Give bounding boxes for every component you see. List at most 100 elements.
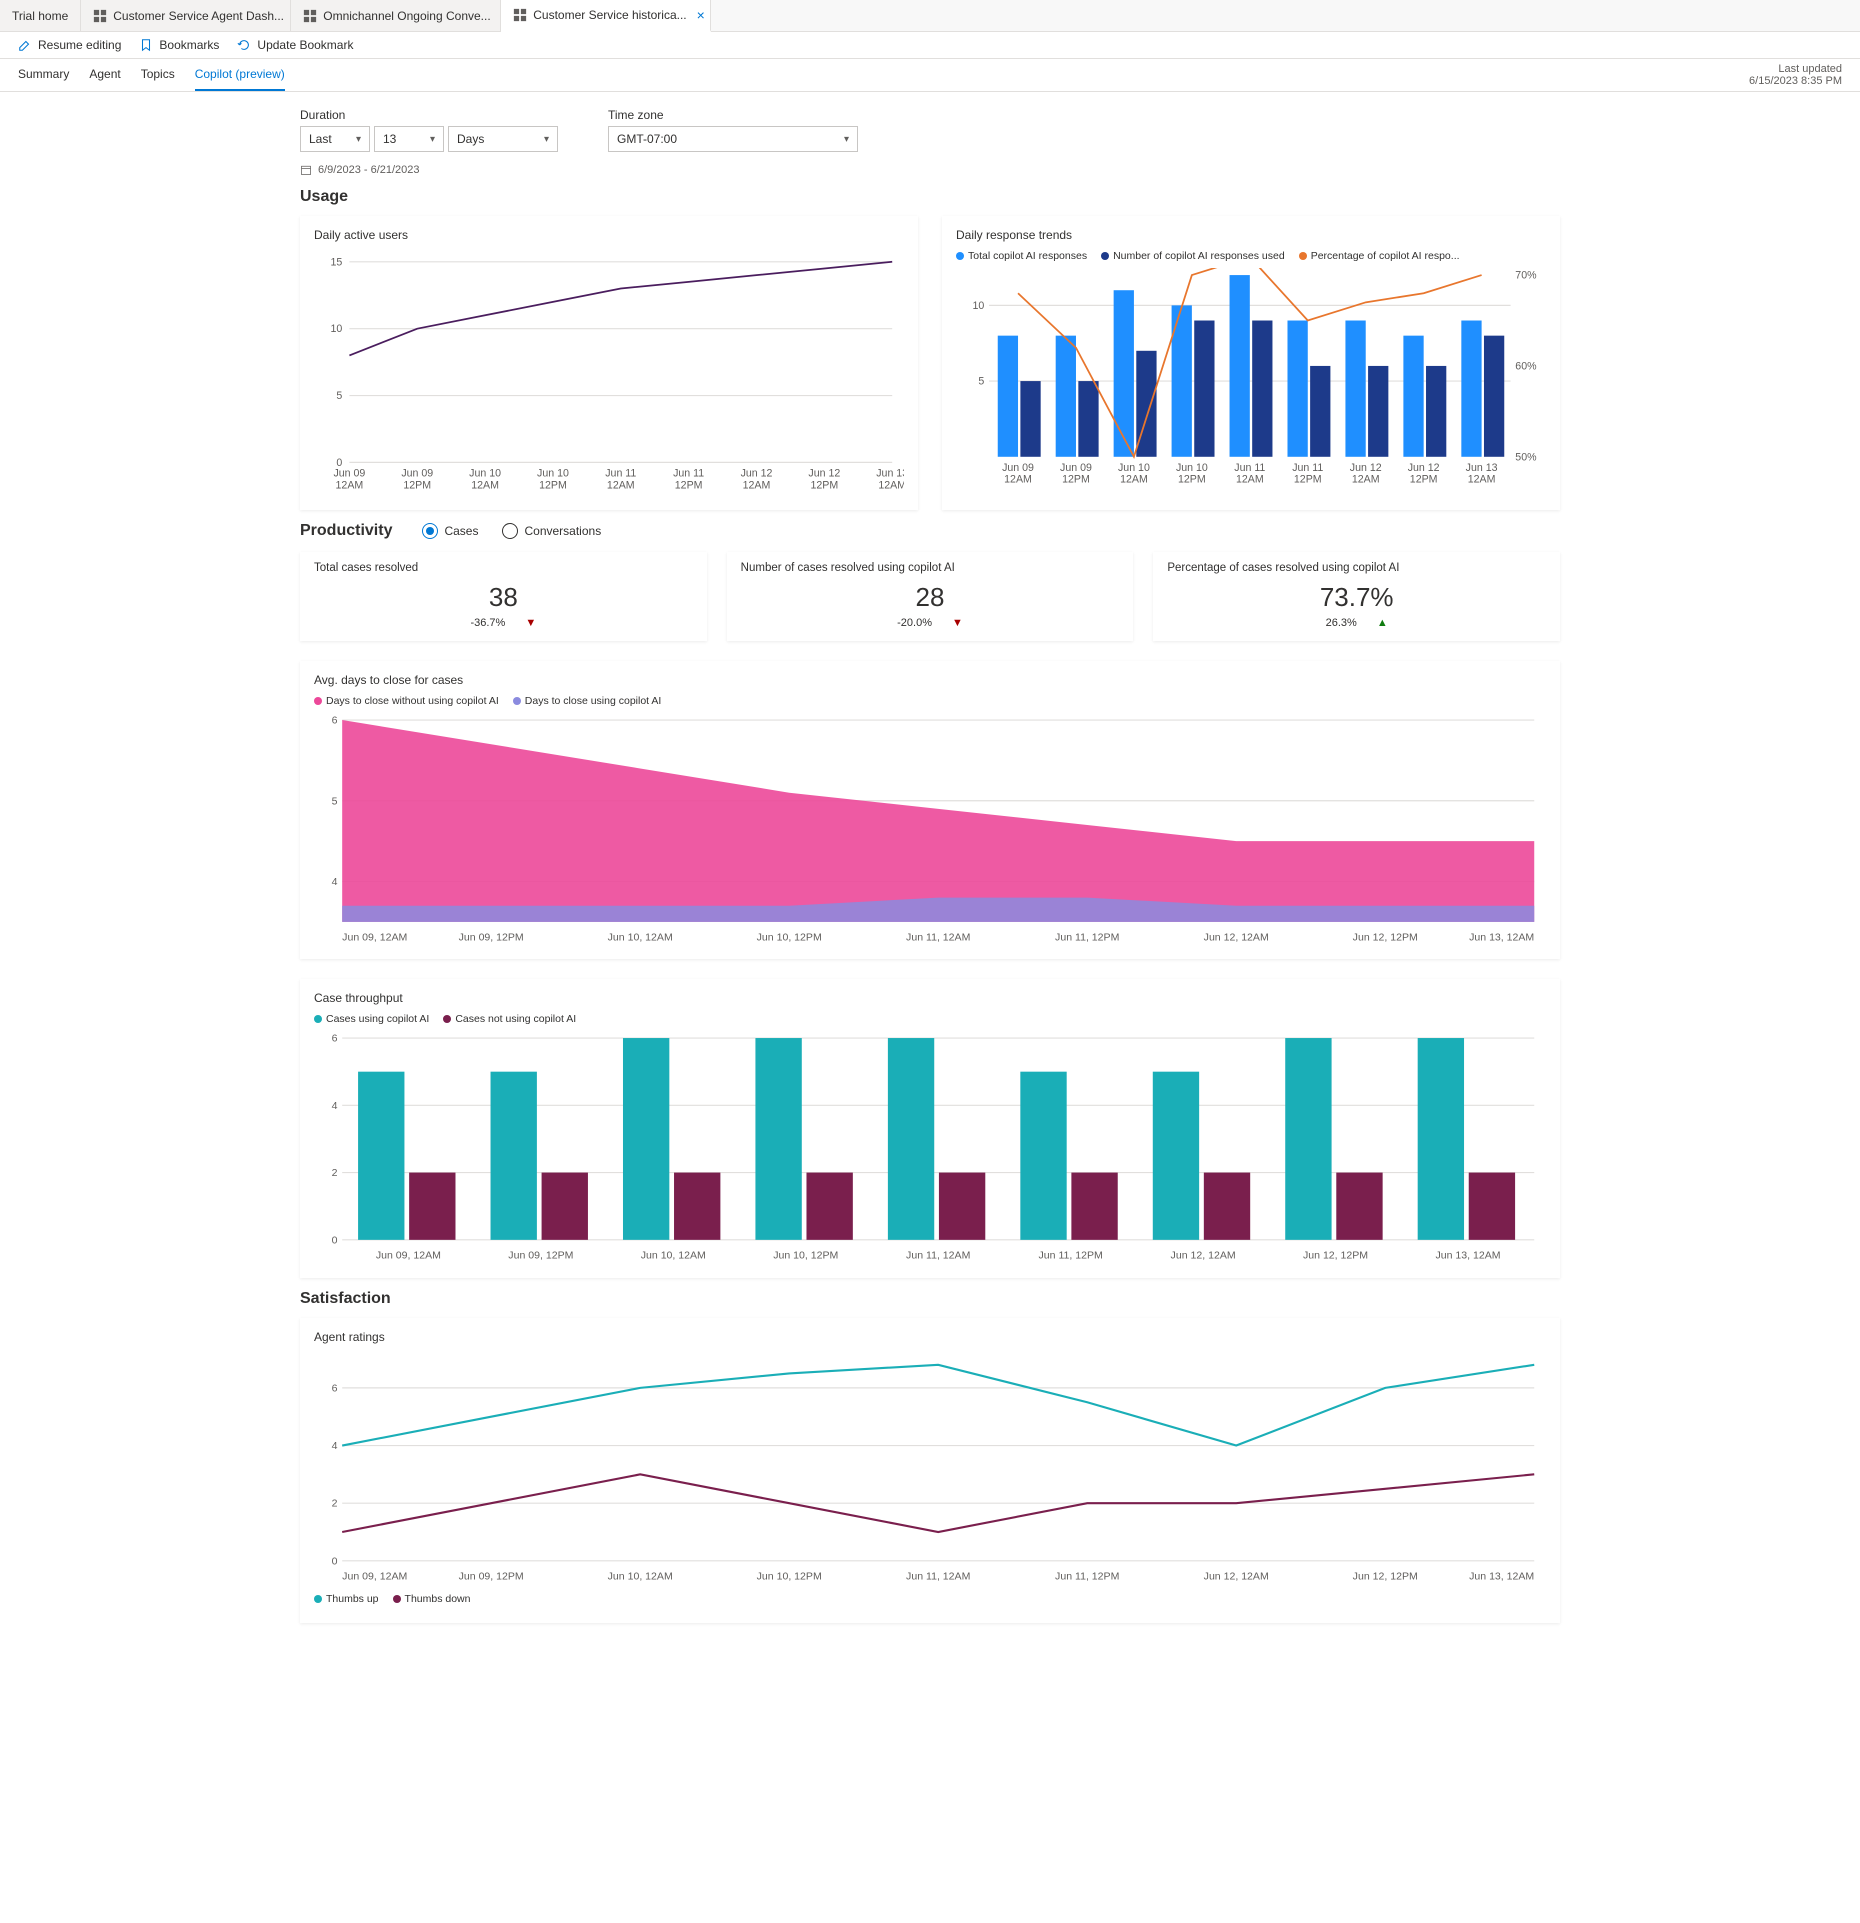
svg-text:Jun 09, 12PM: Jun 09, 12PM [508, 1250, 573, 1262]
bookmark-icon [139, 38, 153, 52]
svg-text:4: 4 [332, 1440, 338, 1452]
agent-ratings-chart[interactable]: 0246Jun 09, 12AMJun 09, 12PMJun 10, 12AM… [314, 1352, 1546, 1587]
avg-days-card: Avg. days to close for cases Days to clo… [300, 661, 1560, 960]
legend-item: Thumbs down [393, 1593, 471, 1605]
svg-text:12PM: 12PM [1178, 474, 1206, 486]
svg-text:12PM: 12PM [403, 479, 431, 491]
daily-response-trends-chart[interactable]: 51050%60%70%Jun 0912AMJun 0912PMJun 1012… [956, 268, 1546, 492]
svg-text:Jun 12: Jun 12 [808, 468, 840, 480]
svg-text:Jun 10: Jun 10 [469, 468, 501, 480]
duration-value-select[interactable]: 13▾ [374, 126, 444, 152]
daily-active-users-card: Daily active users 051015Jun 0912AMJun 0… [300, 216, 918, 510]
chevron-down-icon: ▾ [544, 134, 549, 145]
svg-text:12AM: 12AM [743, 479, 771, 491]
svg-text:Jun 11: Jun 11 [1234, 462, 1265, 474]
throughput-card: Case throughput Cases using copilot AI C… [300, 979, 1560, 1278]
legend-item: Cases using copilot AI [314, 1013, 429, 1025]
svg-text:Jun 13: Jun 13 [876, 468, 904, 480]
svg-text:0: 0 [332, 1235, 338, 1247]
kpi-value: 28 [741, 582, 1120, 613]
kpi-card: Percentage of cases resolved using copil… [1153, 552, 1560, 641]
legend-item: Thumbs up [314, 1593, 379, 1605]
svg-text:Jun 12, 12PM: Jun 12, 12PM [1353, 1571, 1418, 1583]
app-tab[interactable]: Customer Service Agent Dash... [81, 0, 291, 31]
svg-text:Jun 10: Jun 10 [1118, 462, 1150, 474]
kpi-delta: -20.0%▼ [741, 617, 1120, 629]
svg-text:Jun 09: Jun 09 [1060, 462, 1092, 474]
radio-cases[interactable]: Cases [422, 523, 478, 539]
report-subtabs: Summary Agent Topics Copilot (preview) [18, 59, 285, 91]
daily-response-trends-card: Daily response trends Total copilot AI r… [942, 216, 1560, 510]
radio-conversations[interactable]: Conversations [502, 523, 601, 539]
close-icon[interactable]: × [697, 7, 705, 23]
svg-text:Jun 10, 12PM: Jun 10, 12PM [757, 1571, 822, 1583]
svg-text:Jun 10, 12AM: Jun 10, 12AM [641, 1250, 706, 1262]
svg-text:Jun 11: Jun 11 [673, 468, 704, 480]
svg-text:Jun 12: Jun 12 [741, 468, 773, 480]
svg-text:12AM: 12AM [1468, 474, 1496, 486]
update-bookmark-button[interactable]: Update Bookmark [237, 38, 353, 52]
svg-text:Jun 12, 12AM: Jun 12, 12AM [1204, 931, 1269, 943]
svg-text:Jun 11, 12PM: Jun 11, 12PM [1039, 1250, 1103, 1262]
svg-text:60%: 60% [1515, 360, 1537, 372]
bookmarks-button[interactable]: Bookmarks [139, 38, 219, 52]
svg-text:Jun 11: Jun 11 [605, 468, 636, 480]
usage-heading: Usage [300, 188, 1560, 206]
subtab-topics[interactable]: Topics [141, 59, 175, 91]
svg-text:12AM: 12AM [1352, 474, 1380, 486]
timezone-select[interactable]: GMT-07:00▾ [608, 126, 858, 152]
kpi-delta: 26.3%▲ [1167, 617, 1546, 629]
svg-text:12PM: 12PM [1410, 474, 1438, 486]
svg-text:Jun 09, 12PM: Jun 09, 12PM [459, 931, 524, 943]
duration-unit-select[interactable]: Days▾ [448, 126, 558, 152]
chevron-down-icon: ▾ [356, 134, 361, 145]
svg-text:Jun 11: Jun 11 [1292, 462, 1323, 474]
subtab-summary[interactable]: Summary [18, 59, 69, 91]
subtab-agent[interactable]: Agent [89, 59, 120, 91]
app-tab[interactable]: Trial home [0, 0, 81, 31]
svg-text:6: 6 [332, 1033, 338, 1045]
card-title: Daily active users [314, 228, 904, 242]
svg-text:12PM: 12PM [1294, 474, 1322, 486]
svg-text:12AM: 12AM [1004, 474, 1032, 486]
svg-text:5: 5 [332, 795, 338, 807]
resume-editing-button[interactable]: Resume editing [18, 38, 121, 52]
card-title: Agent ratings [314, 1330, 1546, 1344]
svg-text:70%: 70% [1515, 270, 1537, 282]
throughput-chart[interactable]: 0246Jun 09, 12AMJun 09, 12PMJun 10, 12AM… [314, 1031, 1546, 1266]
satisfaction-heading: Satisfaction [300, 1290, 1560, 1308]
svg-text:Jun 12, 12AM: Jun 12, 12AM [1171, 1250, 1236, 1262]
svg-text:Jun 09: Jun 09 [333, 468, 365, 480]
svg-text:0: 0 [332, 1555, 338, 1567]
subtab-copilot[interactable]: Copilot (preview) [195, 59, 285, 91]
app-tab-active[interactable]: Customer Service historica... × [501, 0, 711, 32]
card-title: Avg. days to close for cases [314, 673, 1546, 687]
chevron-down-icon: ▾ [430, 134, 435, 145]
dashboard-icon [303, 9, 317, 23]
svg-text:Jun 12: Jun 12 [1408, 462, 1440, 474]
svg-text:Jun 10: Jun 10 [1176, 462, 1208, 474]
svg-text:4: 4 [332, 876, 338, 888]
svg-text:Jun 09, 12AM: Jun 09, 12AM [342, 931, 407, 943]
legend-item: Total copilot AI responses [956, 250, 1087, 262]
svg-text:Jun 09, 12PM: Jun 09, 12PM [459, 1571, 524, 1583]
duration-label: Duration [300, 108, 558, 122]
svg-text:Jun 10, 12PM: Jun 10, 12PM [757, 931, 822, 943]
last-updated: Last updated 6/15/2023 8:35 PM [1749, 59, 1842, 87]
kpi-value: 73.7% [1167, 582, 1546, 613]
legend-item: Number of copilot AI responses used [1101, 250, 1285, 262]
svg-text:Jun 12: Jun 12 [1350, 462, 1382, 474]
svg-text:Jun 13, 12AM: Jun 13, 12AM [1469, 931, 1534, 943]
legend-item: Percentage of copilot AI respo... [1299, 250, 1460, 262]
toolbar: Resume editing Bookmarks Update Bookmark [0, 32, 1860, 59]
svg-text:12PM: 12PM [675, 479, 703, 491]
app-tab[interactable]: Omnichannel Ongoing Conve... [291, 0, 501, 31]
svg-text:12AM: 12AM [336, 479, 364, 491]
svg-text:Jun 13, 12AM: Jun 13, 12AM [1435, 1250, 1500, 1262]
duration-mode-select[interactable]: Last▾ [300, 126, 370, 152]
daily-active-users-chart[interactable]: 051015Jun 0912AMJun 0912PMJun 1012AMJun … [314, 250, 904, 498]
avg-days-chart[interactable]: 456Jun 09, 12AMJun 09, 12PMJun 10, 12AMJ… [314, 713, 1546, 948]
legend-item: Days to close using copilot AI [513, 695, 662, 707]
card-title: Case throughput [314, 991, 1546, 1005]
svg-text:Jun 10: Jun 10 [537, 468, 569, 480]
